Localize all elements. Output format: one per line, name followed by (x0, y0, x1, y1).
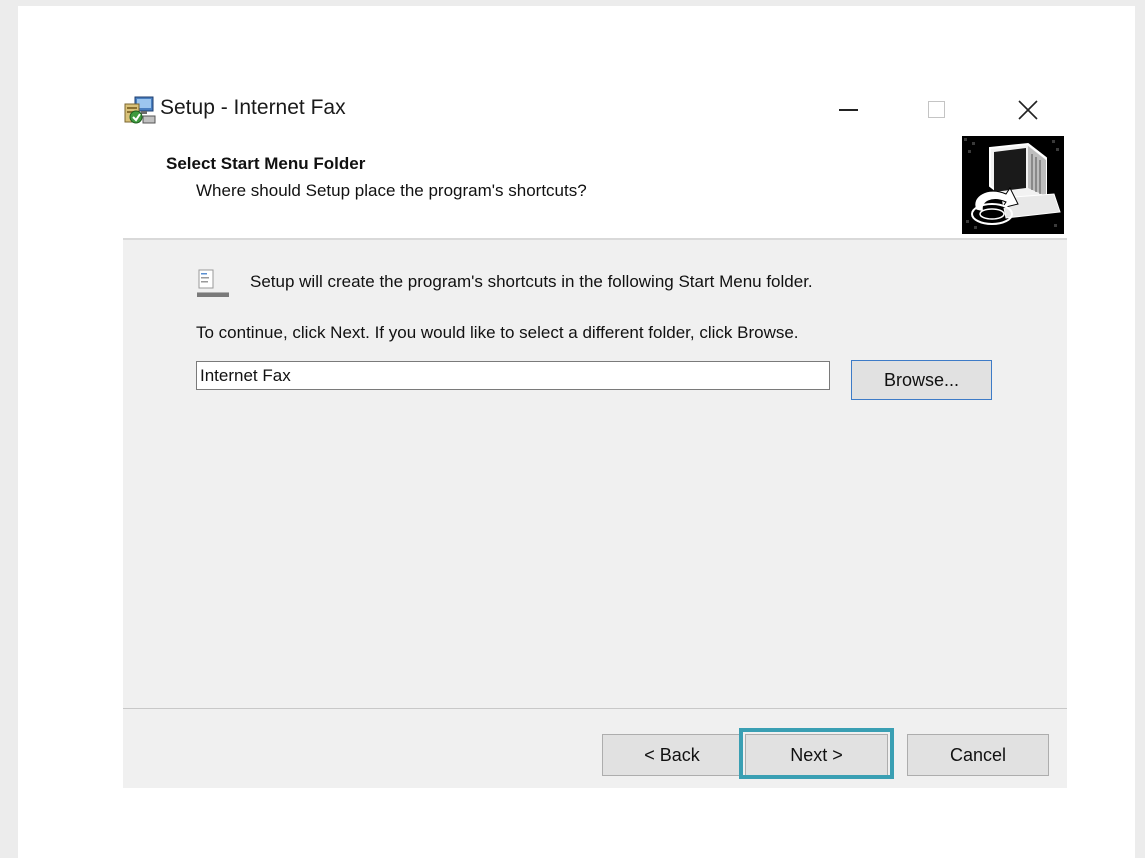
page-subtitle: Where should Setup place the program's s… (196, 181, 587, 200)
window-title: Setup - Internet Fax (160, 96, 346, 119)
wizard-footer: < Back Next > Cancel (123, 709, 1067, 788)
cancel-button[interactable]: Cancel (907, 734, 1049, 776)
page-title: Select Start Menu Folder (166, 154, 366, 173)
minimize-icon (839, 109, 858, 111)
maximize-button[interactable] (906, 88, 966, 132)
start-menu-folder-icon (197, 268, 229, 298)
next-button[interactable]: Next > (745, 734, 888, 776)
setup-installer-icon (123, 94, 157, 126)
close-icon (1018, 100, 1038, 120)
back-button[interactable]: < Back (602, 734, 742, 776)
maximize-icon (928, 101, 945, 118)
computer-install-icon (962, 136, 1064, 234)
screenshot-background: Setup - Internet Fax Select Start Menu F… (18, 6, 1135, 858)
info-text: Setup will create the program's shortcut… (250, 272, 813, 291)
minimize-button[interactable] (818, 88, 878, 132)
start-menu-folder-input[interactable] (196, 361, 830, 390)
title-bar: Setup - Internet Fax (123, 88, 1067, 132)
instruction-text: To continue, click Next. If you would li… (196, 323, 799, 342)
wizard-body: Setup will create the program's shortcut… (123, 240, 1067, 708)
setup-window: Setup - Internet Fax Select Start Menu F… (123, 88, 1067, 788)
wizard-header: Select Start Menu Folder Where should Se… (123, 132, 1067, 238)
close-button[interactable] (998, 88, 1058, 132)
browse-button[interactable]: Browse... (851, 360, 992, 400)
